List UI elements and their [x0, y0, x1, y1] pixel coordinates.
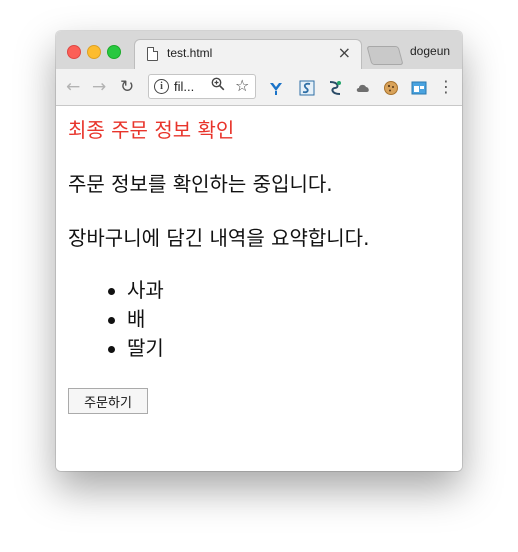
- zoom-icon[interactable]: [211, 77, 225, 95]
- tab-close-icon[interactable]: ×: [338, 43, 351, 63]
- star-icon[interactable]: ☆: [235, 76, 249, 95]
- cart-items-list: 사과 배 딸기: [68, 276, 164, 363]
- browser-toolbar: ← → ↻ i fil... ☆ ⋮: [56, 69, 462, 106]
- page-heading: 최종 주문 정보 확인: [68, 118, 235, 142]
- reload-icon[interactable]: ↻: [120, 77, 134, 97]
- back-arrow-icon[interactable]: ←: [66, 77, 80, 97]
- extension-cookie-icon[interactable]: [383, 80, 399, 96]
- address-bar[interactable]: i fil... ☆: [148, 74, 256, 99]
- extension-window-icon[interactable]: [411, 80, 427, 96]
- extension-swirl-icon[interactable]: [327, 80, 343, 96]
- window-close-button[interactable]: [67, 45, 81, 59]
- summary-text: 장바구니에 담긴 내역을 요약합니다.: [68, 226, 370, 250]
- window-minimize-button[interactable]: [87, 45, 101, 59]
- page-content: 최종 주문 정보 확인 주문 정보를 확인하는 중입니다. 장바구니에 담긴 내…: [56, 106, 462, 471]
- order-button[interactable]: 주문하기: [68, 388, 148, 414]
- status-text: 주문 정보를 확인하는 중입니다.: [68, 172, 333, 196]
- list-item: 딸기: [68, 334, 164, 363]
- extension-s-icon[interactable]: [299, 80, 315, 96]
- info-icon[interactable]: i: [154, 79, 169, 94]
- forward-arrow-icon[interactable]: →: [92, 77, 106, 97]
- tab-strip: test.html × dogeun: [56, 31, 462, 69]
- list-item: 배: [68, 305, 164, 334]
- menu-icon[interactable]: ⋮: [438, 78, 454, 96]
- profile-name[interactable]: dogeun: [410, 44, 450, 58]
- extension-y-icon[interactable]: [268, 80, 284, 96]
- list-item: 사과: [68, 276, 164, 305]
- document-icon: [147, 47, 158, 61]
- new-tab-button[interactable]: [366, 46, 404, 65]
- extension-cloud-icon[interactable]: [355, 80, 371, 96]
- tab-test-html[interactable]: test.html ×: [134, 39, 362, 69]
- url-text[interactable]: fil...: [174, 79, 194, 94]
- window-maximize-button[interactable]: [107, 45, 121, 59]
- tab-title: test.html: [167, 46, 213, 60]
- browser-window: test.html × dogeun ← → ↻ i fil... ☆ ⋮ 최종…: [56, 31, 462, 471]
